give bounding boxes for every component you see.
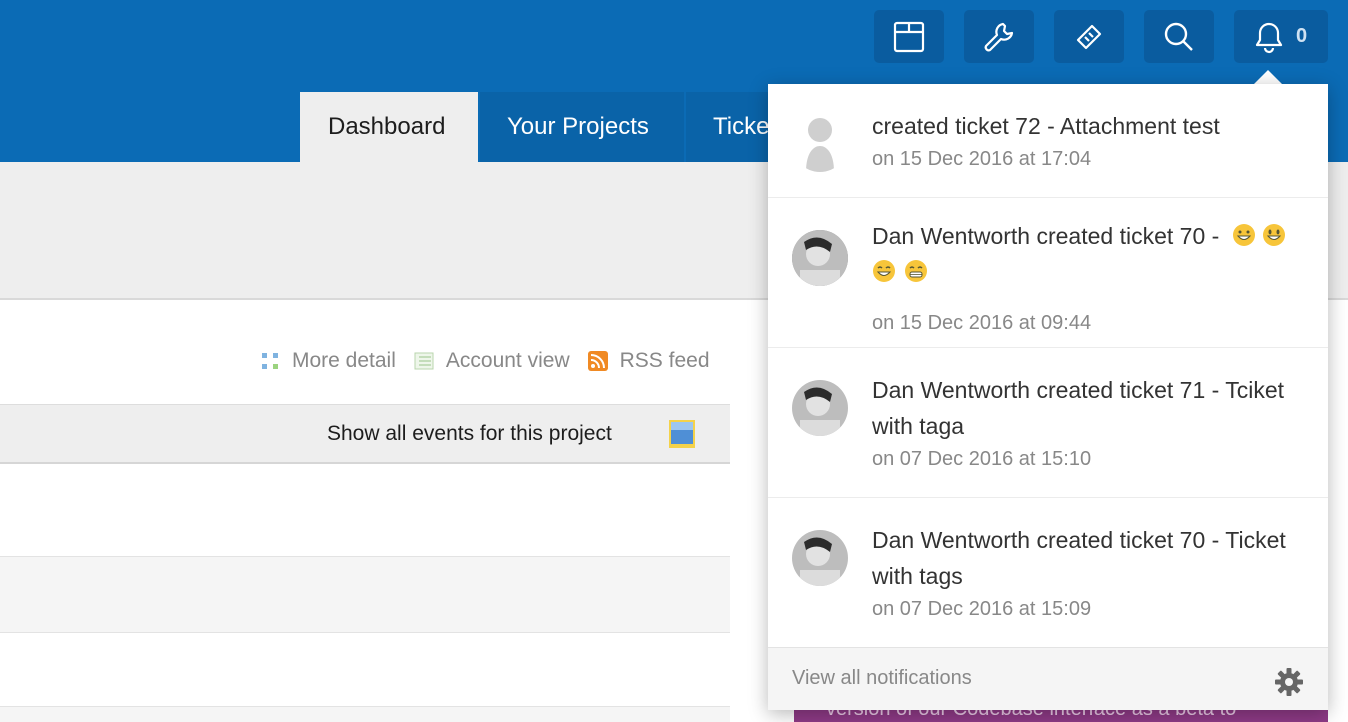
notification-text: created ticket 72 - Attachment test: [872, 113, 1220, 139]
notification-item[interactable]: Dan Wentworth created ticket 70 - on 15 …: [768, 198, 1328, 348]
grinning-smile-emoji: [1232, 224, 1255, 246]
gear-icon[interactable]: [1274, 667, 1304, 697]
view-links: More detail Account view RSS feed: [260, 346, 728, 376]
more-detail-link[interactable]: More detail: [260, 349, 396, 373]
event-row: [0, 556, 730, 632]
bell-icon: [1255, 22, 1283, 53]
search-button[interactable]: [1144, 10, 1214, 63]
notification-text-content: Dan Wentworth created ticket 70 -: [872, 223, 1226, 249]
calendar-icon[interactable]: [668, 419, 696, 449]
notifications-dropdown: created ticket 72 - Attachment test on 1…: [768, 84, 1328, 710]
notification-text: Dan Wentworth created ticket 70 - Ticket…: [872, 527, 1286, 589]
avatar-photo-image: [792, 530, 848, 586]
avatar-photo-image: [792, 230, 848, 286]
event-row: [0, 706, 730, 722]
wrench-button[interactable]: [964, 10, 1034, 63]
notification-count: 0: [1296, 25, 1308, 47]
notification-item[interactable]: Dan Wentworth created ticket 71 - Tciket…: [768, 348, 1328, 498]
rss-icon: [587, 351, 608, 371]
notification-item[interactable]: created ticket 72 - Attachment test on 1…: [768, 84, 1328, 198]
grid-dots-icon: [262, 353, 278, 369]
dropdown-footer: View all notifications: [768, 647, 1328, 710]
avatar-photo: [792, 530, 848, 586]
person-icon: [806, 118, 834, 172]
notification-time: on 15 Dec 2016 at 09:44: [872, 312, 1092, 334]
avatar-photo: [792, 380, 848, 436]
notification-time: on 07 Dec 2016 at 15:09: [872, 598, 1092, 620]
box-button[interactable]: [874, 10, 944, 63]
notification-time: on 07 Dec 2016 at 15:10: [872, 448, 1092, 470]
view-all-notifications-link[interactable]: View all notifications: [792, 667, 972, 690]
more-detail-label: More detail: [292, 349, 396, 372]
show-all-events-link[interactable]: Show all events for this project: [327, 422, 612, 446]
wrench-icon: [984, 22, 1014, 51]
ticket-button[interactable]: [1054, 10, 1124, 63]
rss-feed-link[interactable]: RSS feed: [587, 349, 710, 373]
rss-feed-label: RSS feed: [619, 349, 710, 372]
account-view-link[interactable]: Account view: [414, 349, 570, 373]
beta-banner: version of our Codebase interface as a b…: [794, 710, 1328, 722]
events-bar: Show all events for this project: [0, 404, 730, 464]
ticket-icon: [1076, 24, 1102, 49]
event-row: [0, 632, 730, 706]
avatar-photo: [792, 230, 848, 286]
tab-tickets[interactable]: Ticke: [686, 92, 769, 162]
grimacing-emoji: [905, 260, 927, 282]
tab-your-projects[interactable]: Your Projects: [480, 92, 684, 162]
box-icon: [893, 21, 925, 52]
account-view-label: Account view: [445, 349, 570, 372]
avatar-placeholder: [792, 116, 848, 172]
avatar-photo-image: [792, 380, 848, 436]
dropdown-caret: [1254, 70, 1282, 84]
notification-text: Dan Wentworth created ticket 70 -: [872, 218, 1312, 290]
list-icon: [414, 352, 434, 370]
notifications-button[interactable]: 0: [1234, 10, 1328, 63]
smile-emoji: [873, 260, 895, 282]
beta-banner-text: version of our Codebase interface as a b…: [826, 710, 1236, 721]
smiley-emoji: [1262, 224, 1285, 246]
notification-text: Dan Wentworth created ticket 71 - Tciket…: [872, 377, 1285, 439]
tab-dashboard[interactable]: Dashboard: [300, 92, 478, 162]
notification-time: on 15 Dec 2016 at 17:04: [872, 148, 1092, 170]
notification-item[interactable]: Dan Wentworth created ticket 70 - Ticket…: [768, 498, 1328, 647]
search-icon: [1164, 22, 1193, 51]
